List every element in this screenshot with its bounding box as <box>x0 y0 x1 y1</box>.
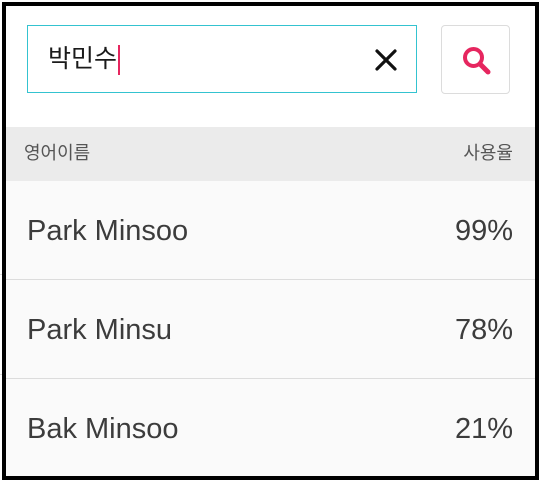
english-name: Park Minsu <box>27 314 173 346</box>
table-header: 영어이름 사용율 <box>6 127 535 181</box>
column-header-english-name: 영어이름 <box>24 143 91 164</box>
search-bar: 박민수 <box>6 6 535 127</box>
close-icon <box>375 49 397 71</box>
search-button[interactable] <box>441 25 510 94</box>
usage-rate: 21% <box>454 413 513 445</box>
clear-button[interactable] <box>368 42 404 78</box>
english-name: Park Minsoo <box>27 215 189 247</box>
search-input[interactable]: 박민수 <box>27 25 417 93</box>
search-icon <box>463 47 491 75</box>
list-item[interactable]: Park Minsu 78% <box>6 280 535 379</box>
text-caret <box>118 45 121 75</box>
list-item[interactable]: Park Minsoo 99% <box>6 181 535 280</box>
usage-rate: 78% <box>454 314 513 346</box>
column-header-usage-rate: 사용율 <box>463 143 513 164</box>
search-input-text[interactable]: 박민수 <box>48 41 121 77</box>
app-frame: 박민수 영어이름 사용율 Park Minsoo 99% Park Minsu <box>2 2 539 480</box>
usage-rate: 99% <box>454 215 513 247</box>
list-item[interactable]: Bak Minsoo 21% <box>6 379 535 476</box>
results-list: Park Minsoo 99% Park Minsu 78% Bak Minso… <box>6 181 535 476</box>
english-name: Bak Minsoo <box>27 413 179 445</box>
